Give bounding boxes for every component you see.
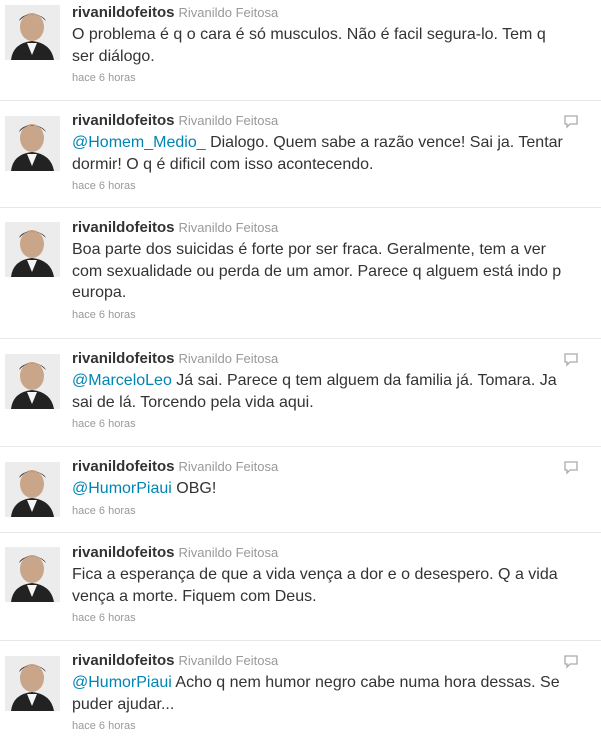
- full-name: Rivanildo Feitosa: [178, 220, 279, 235]
- tweet-header: rivanildofeitos Rivanildo Feitosa: [72, 543, 563, 562]
- tweet-text: @MarceloLeo Já sai. Parece q tem alguem …: [72, 370, 563, 413]
- tweet-header: rivanildofeitos Rivanildo Feitosa: [72, 457, 563, 476]
- full-name: Rivanildo Feitosa: [178, 5, 279, 20]
- screen-name[interactable]: rivanildofeitos: [72, 652, 175, 669]
- tweet-header: rivanildofeitos Rivanildo Feitosa: [72, 3, 563, 22]
- screen-name[interactable]: rivanildofeitos: [72, 458, 175, 475]
- user-avatar[interactable]: [5, 547, 60, 602]
- tweet-body: O problema é q o cara é só musculos. Não…: [72, 26, 546, 65]
- tweet-header: rivanildofeitos Rivanildo Feitosa: [72, 349, 563, 368]
- tweet-header: rivanildofeitos Rivanildo Feitosa: [72, 218, 563, 237]
- reply-icon[interactable]: [563, 655, 579, 669]
- mention-link[interactable]: @MarceloLeo: [72, 372, 172, 389]
- tweet-body: OBG!: [171, 480, 217, 497]
- reply-icon[interactable]: [563, 461, 579, 475]
- screen-name[interactable]: rivanildofeitos: [72, 112, 175, 129]
- tweet-timestamp[interactable]: hace 6 horas: [72, 504, 563, 518]
- tweet-text: O problema é q o cara é só musculos. Não…: [72, 24, 563, 67]
- tweet-item: rivanildofeitos Rivanildo Feitosa O probl…: [0, 0, 601, 101]
- tweet-item: rivanildofeitos Rivanildo Feitosa @Marcel…: [0, 339, 601, 447]
- tweet-feed: rivanildofeitos Rivanildo Feitosa O probl…: [0, 0, 601, 741]
- tweet-text: @HumorPiaui Acho q nem humor negro cabe …: [72, 672, 563, 715]
- tweet-item: rivanildofeitos Rivanildo Feitosa @HumorP…: [0, 447, 601, 533]
- user-avatar[interactable]: [5, 462, 60, 517]
- tweet-text: @HumorPiaui OBG!: [72, 478, 563, 500]
- tweet-text: Fica a esperança de que a vida vença a d…: [72, 564, 563, 607]
- mention-link[interactable]: @HumorPiaui: [72, 480, 172, 497]
- user-avatar[interactable]: [5, 222, 60, 277]
- screen-name[interactable]: rivanildofeitos: [72, 350, 175, 367]
- screen-name[interactable]: rivanildofeitos: [72, 544, 175, 561]
- full-name: Rivanildo Feitosa: [178, 113, 279, 128]
- full-name: Rivanildo Feitosa: [178, 545, 279, 560]
- full-name: Rivanildo Feitosa: [178, 459, 279, 474]
- tweet-item: rivanildofeitos Rivanildo Feitosa @Homem_…: [0, 101, 601, 208]
- user-avatar[interactable]: [5, 354, 60, 409]
- user-avatar[interactable]: [5, 116, 60, 171]
- reply-icon[interactable]: [563, 115, 579, 129]
- tweet-item: rivanildofeitos Rivanildo Feitosa @HumorP…: [0, 641, 601, 741]
- tweet-timestamp[interactable]: hace 6 horas: [72, 71, 563, 85]
- tweet-timestamp[interactable]: hace 6 horas: [72, 719, 563, 733]
- user-avatar[interactable]: [5, 5, 60, 60]
- reply-icon[interactable]: [563, 353, 579, 367]
- tweet-body: Fica a esperança de que a vida vença a d…: [72, 566, 558, 605]
- tweet-header: rivanildofeitos Rivanildo Feitosa: [72, 651, 563, 670]
- tweet-timestamp[interactable]: hace 6 horas: [72, 308, 563, 322]
- tweet-header: rivanildofeitos Rivanildo Feitosa: [72, 111, 563, 130]
- tweet-text: @Homem_Medio_ Dialogo. Quem sabe a razão…: [72, 132, 563, 175]
- tweet-body: Boa parte dos suicidas é forte por ser f…: [72, 241, 562, 301]
- full-name: Rivanildo Feitosa: [178, 351, 279, 366]
- tweet-timestamp[interactable]: hace 6 horas: [72, 179, 563, 193]
- screen-name[interactable]: rivanildofeitos: [72, 219, 175, 236]
- mention-link[interactable]: @HumorPiaui: [72, 674, 172, 691]
- user-avatar[interactable]: [5, 656, 60, 711]
- tweet-text: Boa parte dos suicidas é forte por ser f…: [72, 239, 563, 304]
- full-name: Rivanildo Feitosa: [178, 653, 279, 668]
- tweet-item: rivanildofeitos Rivanildo Feitosa Boa par…: [0, 208, 601, 339]
- tweet-timestamp[interactable]: hace 6 horas: [72, 611, 563, 625]
- tweet-timestamp[interactable]: hace 6 horas: [72, 417, 563, 431]
- mention-link[interactable]: @Homem_Medio_: [72, 134, 206, 151]
- screen-name[interactable]: rivanildofeitos: [72, 4, 175, 21]
- tweet-item: rivanildofeitos Rivanildo Feitosa Fica a …: [0, 533, 601, 641]
